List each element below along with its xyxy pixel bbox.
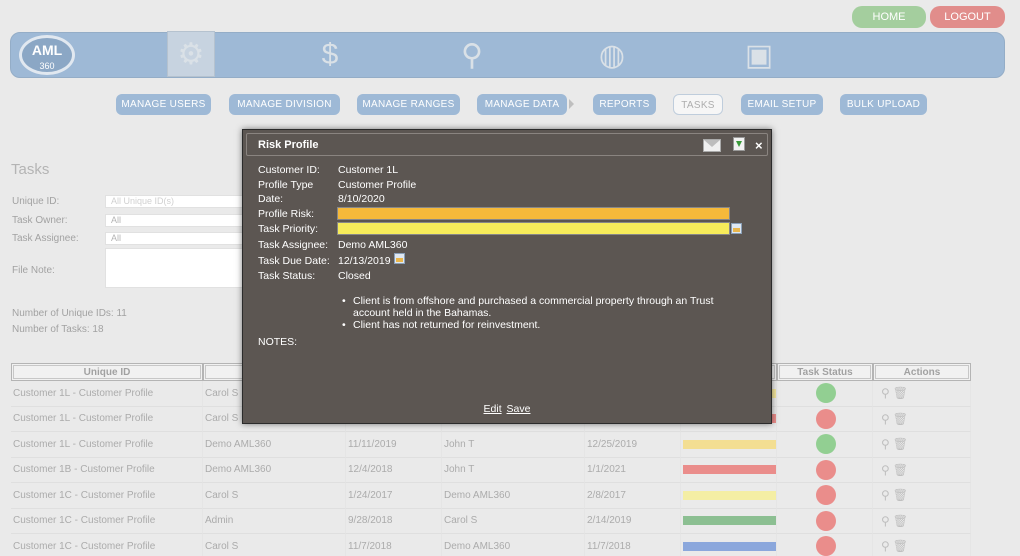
notes-list: Client is from offshore and purchased a … <box>342 295 733 331</box>
download-icon[interactable] <box>733 137 745 151</box>
note-item: Client has not returned for reinvestment… <box>342 319 733 331</box>
task-priority-bar[interactable] <box>337 222 730 235</box>
modal-footer: Edit Save <box>243 403 771 415</box>
customer-id-value: Customer 1L <box>338 164 399 176</box>
profile-risk-label: Profile Risk: <box>258 208 315 220</box>
notes-label: NOTES: <box>258 336 298 348</box>
task-priority-label: Task Priority: <box>258 223 319 235</box>
mail-icon[interactable] <box>703 139 721 152</box>
calendar-icon[interactable] <box>394 253 405 264</box>
task-status-value: Closed <box>338 270 371 282</box>
close-icon[interactable]: × <box>755 139 763 153</box>
edit-link[interactable]: Edit <box>484 403 502 415</box>
task-assignee-label-modal: Task Assignee: <box>258 239 329 251</box>
profile-type-label: Profile Type <box>258 179 314 191</box>
profile-type-value: Customer Profile <box>338 179 417 191</box>
profile-risk-bar <box>337 207 730 220</box>
date-label: Date: <box>258 193 284 205</box>
risk-profile-modal: Risk Profile × Customer ID: Customer 1L … <box>242 129 772 424</box>
modal-header: Risk Profile × <box>246 133 768 156</box>
date-value: 8/10/2020 <box>338 193 385 205</box>
customer-id-label: Customer ID: <box>258 164 320 176</box>
task-due-date-label: Task Due Date: <box>258 255 330 267</box>
task-assignee-value: Demo AML360 <box>338 239 408 251</box>
modal-title: Risk Profile <box>258 139 319 151</box>
save-link[interactable]: Save <box>507 403 531 415</box>
task-status-label: Task Status: <box>258 270 316 282</box>
note-item: Client is from offshore and purchased a … <box>342 295 733 319</box>
task-due-date-value: 12/13/2019 <box>338 255 391 267</box>
task-priority-edit-icon[interactable] <box>731 223 742 234</box>
